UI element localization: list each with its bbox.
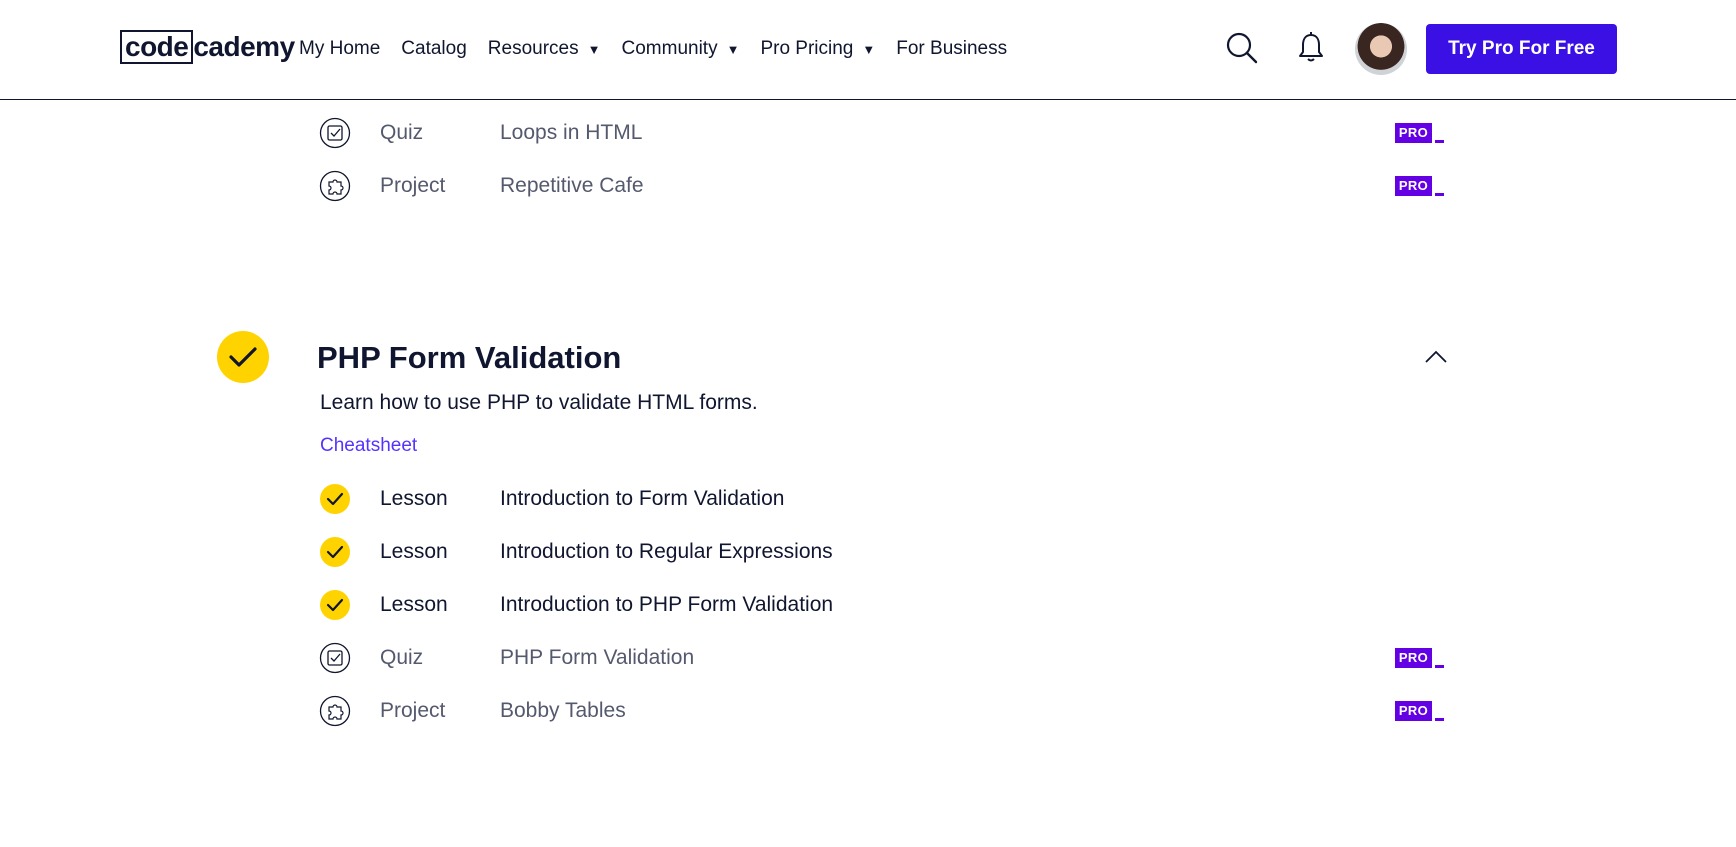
project-icon [319, 170, 351, 202]
chevron-up-icon[interactable] [1424, 350, 1448, 364]
check-icon [320, 590, 350, 620]
list-item[interactable]: Project Repetitive Cafe PRO [319, 166, 1444, 206]
item-type: Lesson [380, 487, 448, 510]
item-name[interactable]: Loops in HTML [500, 121, 642, 145]
list-item[interactable]: Quiz PHP Form Validation PRO [319, 638, 1444, 678]
nav-community-dropdown[interactable]: Community ▼ [622, 38, 740, 60]
list-item[interactable]: Quiz Loops in HTML PRO [319, 113, 1444, 153]
pro-badge: PRO [1394, 176, 1444, 196]
search-icon[interactable] [1224, 30, 1260, 66]
item-type: Lesson [380, 540, 448, 563]
nav-label: My Home [299, 38, 381, 59]
item-name[interactable]: Introduction to Regular Expressions [500, 540, 833, 564]
item-name[interactable]: Introduction to Form Validation [500, 487, 784, 511]
nav-label: For Business [896, 38, 1008, 59]
nav-catalog[interactable]: Catalog [401, 38, 467, 60]
cheatsheet-link[interactable]: Cheatsheet [320, 435, 417, 457]
item-type: Lesson [380, 593, 448, 616]
item-type: Quiz [380, 121, 424, 144]
top-navigation-bar: code cademy My Home Catalog Resources ▼ … [0, 0, 1736, 100]
nav-for-business[interactable]: For Business [896, 38, 1007, 60]
nav-label: Pro Pricing [760, 38, 854, 59]
item-type: Project [380, 699, 446, 722]
logo-rest-text: cademy [193, 31, 295, 62]
list-item[interactable]: Lesson Introduction to Form Validation [319, 479, 1444, 519]
item-name[interactable]: Bobby Tables [500, 699, 626, 723]
nav-resources-dropdown[interactable]: Resources ▼ [488, 38, 601, 60]
quiz-icon [319, 642, 351, 674]
item-type: Project [380, 174, 446, 197]
project-icon [319, 695, 351, 727]
nav-my-home[interactable]: My Home [299, 38, 380, 60]
bell-icon[interactable] [1293, 30, 1329, 66]
list-item[interactable]: Lesson Introduction to Regular Expressio… [319, 532, 1444, 572]
caret-down-icon: ▼ [726, 41, 740, 57]
pro-badge: PRO [1394, 701, 1444, 721]
nav-label: Community [621, 38, 718, 59]
check-icon [320, 537, 350, 567]
caret-down-icon: ▼ [862, 41, 876, 57]
logo-boxed-text: code [120, 30, 194, 64]
main-nav: My Home Catalog Resources ▼ Community ▼ … [299, 36, 1028, 62]
pro-badge: PRO [1394, 648, 1444, 668]
item-name[interactable]: Repetitive Cafe [500, 174, 644, 198]
user-avatar[interactable] [1355, 23, 1407, 75]
codecademy-logo[interactable]: code cademy [120, 30, 295, 64]
nav-label: Catalog [401, 38, 467, 59]
try-pro-button[interactable]: Try Pro For Free [1426, 24, 1617, 74]
quiz-icon [319, 117, 351, 149]
module-complete-check-icon [217, 331, 269, 383]
item-type: Quiz [380, 646, 424, 669]
list-item[interactable]: Project Bobby Tables PRO [319, 691, 1444, 731]
caret-down-icon: ▼ [587, 41, 601, 57]
check-icon [320, 484, 350, 514]
list-item[interactable]: Lesson Introduction to PHP Form Validati… [319, 585, 1444, 625]
item-name[interactable]: PHP Form Validation [500, 646, 694, 670]
pro-badge: PRO [1394, 123, 1444, 143]
nav-pro-pricing-dropdown[interactable]: Pro Pricing ▼ [760, 38, 875, 60]
item-name[interactable]: Introduction to PHP Form Validation [500, 593, 833, 617]
module-description: Learn how to use PHP to validate HTML fo… [320, 391, 758, 414]
module-title[interactable]: PHP Form Validation [317, 340, 621, 376]
nav-label: Resources [487, 38, 579, 59]
